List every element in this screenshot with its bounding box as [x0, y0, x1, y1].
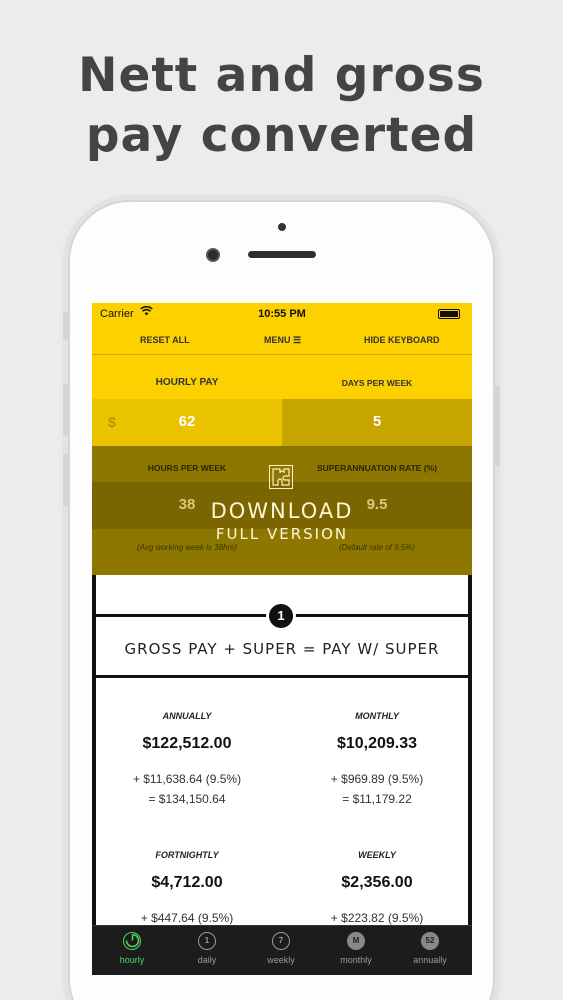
- puzzle-icon[interactable]: [269, 465, 293, 489]
- tab-monthly[interactable]: M monthly: [318, 932, 394, 965]
- result-value: $4,712.00: [151, 874, 223, 891]
- menu-button[interactable]: MENU ☰: [264, 335, 301, 346]
- result-value: $122,512.00: [142, 735, 232, 752]
- result-monthly: MONTHLY $10,209.33 + $969.89 (9.5%) = $1…: [282, 711, 472, 809]
- battery-icon: [438, 309, 460, 319]
- hourly-pay-value: 62: [178, 413, 196, 430]
- tab-hourly[interactable]: hourly: [94, 932, 170, 965]
- app-screen: Carrier 10:55 PM RESET ALL MENU ☰ HIDE K…: [92, 303, 472, 975]
- status-bar: Carrier 10:55 PM: [92, 303, 472, 325]
- result-total: = $134,150.64: [148, 792, 226, 806]
- daily-icon: 1: [198, 932, 216, 950]
- result-super: + $969.89 (9.5%): [330, 772, 424, 786]
- annually-icon: 52: [421, 932, 439, 950]
- days-per-week-value: 5: [372, 413, 382, 430]
- hours-hint: (Avg working week is 38hrs): [137, 543, 237, 552]
- headline: Nett and gross pay converted: [0, 46, 563, 166]
- formula-divider: [92, 675, 472, 678]
- toolbar: RESET ALL MENU ☰ HIDE KEYBOARD: [92, 325, 472, 355]
- volume-up-button: [63, 384, 68, 436]
- earpiece-speaker: [248, 251, 316, 258]
- super-rate-header: SUPERANNUATION RATE (%): [282, 446, 472, 482]
- download-subtitle[interactable]: FULL VERSION: [92, 525, 472, 543]
- clock-icon: [123, 932, 141, 950]
- result-label: ANNUALLY: [162, 711, 212, 721]
- hourly-pay-header: HOURLY PAY: [92, 355, 282, 399]
- result-super: + $11,638.64 (9.5%): [132, 772, 242, 786]
- tab-label: daily: [197, 955, 217, 965]
- result-annually: ANNUALLY $122,512.00 + $11,638.64 (9.5%)…: [92, 711, 282, 809]
- hourly-pay-input[interactable]: $ 62: [92, 399, 282, 446]
- hourly-pay-label: HOURLY PAY: [155, 377, 219, 388]
- volume-down-button: [63, 454, 68, 506]
- headline-line-1: Nett and gross: [78, 48, 485, 103]
- hours-per-week-header: HOURS PER WEEK: [92, 446, 282, 482]
- tab-annually[interactable]: 52 annually: [392, 932, 468, 965]
- tab-label: weekly: [267, 955, 295, 965]
- result-label: FORTNIGHTLY: [155, 850, 219, 860]
- days-per-week-header: DAYS PER WEEK: [282, 355, 472, 399]
- hide-keyboard-button[interactable]: HIDE KEYBOARD: [364, 335, 440, 345]
- clock-label: 10:55 PM: [258, 308, 306, 320]
- monthly-icon: M: [347, 932, 365, 950]
- days-per-week-label: DAYS PER WEEK: [341, 378, 413, 388]
- super-rate-label: SUPERANNUATION RATE (%): [316, 463, 438, 473]
- result-value: $10,209.33: [336, 735, 418, 752]
- days-per-week-input[interactable]: 5: [282, 399, 472, 446]
- tab-label: hourly: [119, 955, 145, 965]
- formula-heading: GROSS PAY + SUPER = PAY W/ SUPER: [124, 640, 440, 658]
- tab-label: monthly: [340, 955, 372, 965]
- mute-switch: [63, 312, 68, 340]
- result-label: WEEKLY: [358, 850, 396, 860]
- weekly-icon: 7: [272, 932, 290, 950]
- super-hint: (Default rate of 9.5%): [338, 543, 416, 552]
- step-number-badge: 1: [266, 601, 296, 631]
- headline-line-2: pay converted: [85, 108, 478, 163]
- result-value: $2,356.00: [341, 874, 413, 891]
- tab-label: annually: [413, 955, 447, 965]
- result-fortnightly: FORTNIGHTLY $4,712.00 + $447.64 (9.5%): [92, 850, 282, 928]
- front-camera-icon: [206, 248, 220, 262]
- tab-bar: hourly 1 daily 7 weekly M monthly 52 ann…: [92, 925, 472, 975]
- tab-weekly[interactable]: 7 weekly: [243, 932, 319, 965]
- reset-all-button[interactable]: RESET ALL: [140, 335, 190, 345]
- result-total: = $11,179.22: [342, 792, 412, 806]
- result-weekly: WEEKLY $2,356.00 + $223.82 (9.5%): [282, 850, 472, 928]
- hours-per-week-label: HOURS PER WEEK: [147, 463, 227, 473]
- power-button: [495, 386, 500, 466]
- tab-daily[interactable]: 1 daily: [169, 932, 245, 965]
- result-label: MONTHLY: [355, 711, 399, 721]
- download-title[interactable]: DOWNLOAD: [92, 499, 472, 523]
- proximity-sensor: [278, 223, 286, 231]
